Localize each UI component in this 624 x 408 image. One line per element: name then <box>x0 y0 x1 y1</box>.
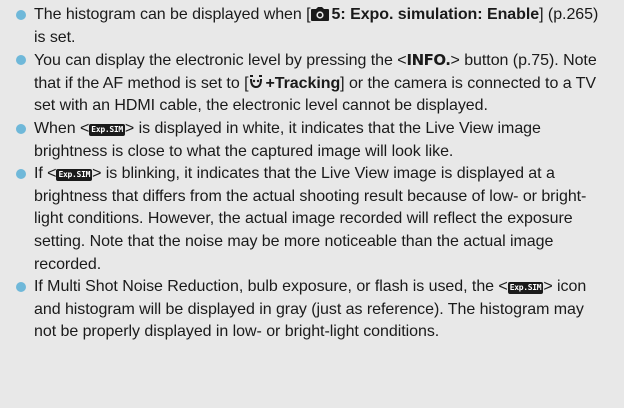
note-text-before: You can display the electronic level by … <box>34 52 407 70</box>
bullet-dot-icon <box>16 10 26 20</box>
menu-setting-text: 5: Expo. simulation: Enable <box>331 6 540 23</box>
exposure-simulation-indicator-icon: Exp.SIM <box>507 282 544 295</box>
note-text-before: When < <box>34 119 90 137</box>
note-expsim-blinking: If < Exp.SIM > is blinking, it indicates t… <box>14 163 610 276</box>
note-text-before: If Multi Shot Noise Reduction, bulb expo… <box>34 278 508 296</box>
camera-shooting-tab-icon <box>310 7 329 21</box>
bullet-dot-icon <box>16 123 26 134</box>
face-tracking-icon <box>250 74 263 88</box>
note-expsim-gray: If Multi Shot Noise Reduction, bulb expo… <box>14 276 610 344</box>
exposure-simulation-indicator-icon: Exp.SIM <box>89 123 125 136</box>
notes-list: The histogram can be displayed when [ 5: … <box>0 0 624 344</box>
note-text-before: If < <box>34 165 57 183</box>
bullet-dot-icon <box>16 55 26 66</box>
manual-page: The histogram can be displayed when [ 5: … <box>0 0 624 408</box>
bullet-dot-icon <box>16 169 26 180</box>
note-text-after: > is blinking, it indicates that the Liv… <box>34 165 587 273</box>
info-button-label: INFO. <box>406 51 452 70</box>
af-method-text: +Tracking <box>265 74 341 92</box>
exposure-simulation-indicator-icon: Exp.SIM <box>56 169 93 182</box>
menu-setting-label: 5: Expo. simulation: Enable <box>310 6 540 23</box>
note-histogram: The histogram can be displayed when [ 5: … <box>14 4 610 49</box>
af-method-label: +Tracking <box>248 74 341 92</box>
note-text-before: The histogram can be displayed when [ <box>34 6 311 23</box>
note-electronic-level: You can display the electronic level by … <box>14 49 610 118</box>
bullet-dot-icon <box>16 282 26 293</box>
note-expsim-white: When < Exp.SIM > is displayed in white, it… <box>14 118 610 163</box>
